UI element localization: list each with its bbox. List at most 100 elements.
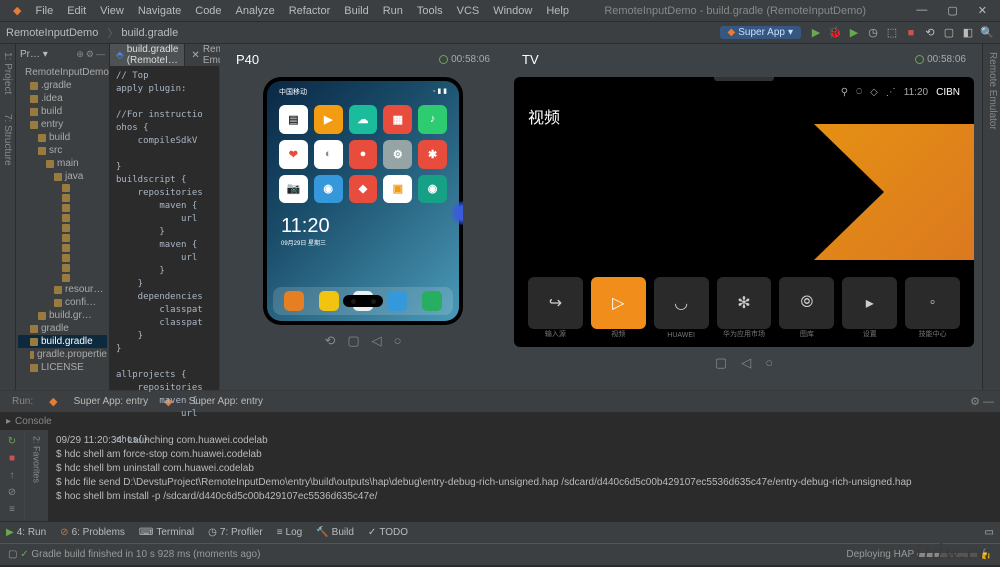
rotate-icon[interactable]: ⟲ <box>324 333 335 349</box>
menu-view[interactable]: View <box>95 3 129 19</box>
app-icon[interactable]: ✱ <box>418 140 447 169</box>
app-icon[interactable]: ◆ <box>349 175 378 204</box>
filter-icon[interactable]: ≡ <box>9 504 15 515</box>
sdk-button[interactable]: ◧ <box>961 26 975 40</box>
menu-navigate[interactable]: Navigate <box>133 3 186 19</box>
tool-log[interactable]: ≡Log <box>277 527 303 538</box>
tool-profiler[interactable]: ◷7: Profiler <box>208 527 263 538</box>
tv-home-icon[interactable]: ○ <box>765 355 773 371</box>
user-icon[interactable]: ⍥ <box>856 87 862 98</box>
tree-node[interactable]: java <box>18 170 107 183</box>
collapse-icon[interactable]: ⊕ <box>76 49 84 60</box>
menu-build[interactable]: Build <box>339 3 373 19</box>
project-dropdown[interactable]: Pr… ▾ <box>20 49 48 60</box>
run-button[interactable]: ▶ <box>809 26 823 40</box>
sync-button[interactable]: ⟲ <box>923 26 937 40</box>
dock-icon[interactable] <box>387 291 407 311</box>
tv-tile[interactable]: ◦技能中心 <box>905 277 960 329</box>
tree-node[interactable]: resour… <box>18 283 107 296</box>
back-icon[interactable]: ◁ <box>372 333 382 349</box>
project-tree[interactable]: RemoteInputDemo.gradle.ideabuildentrybui… <box>16 64 109 376</box>
tree-node[interactable] <box>18 213 107 223</box>
menu-vcs[interactable]: VCS <box>452 3 485 19</box>
tree-node[interactable] <box>18 253 107 263</box>
tv-tile[interactable]: ✻华为应用市场 <box>717 277 772 329</box>
breadcrumb-file[interactable]: build.gradle <box>121 27 178 39</box>
menu-edit[interactable]: Edit <box>62 3 91 19</box>
tree-node[interactable]: src <box>18 144 107 157</box>
profile-button[interactable]: ◷ <box>866 26 880 40</box>
coverage-button[interactable]: ▶ <box>847 26 861 40</box>
run-config-dropdown[interactable]: ◆ Super App ▾ <box>720 26 801 39</box>
menu-tools[interactable]: Tools <box>412 3 448 19</box>
tool-todo[interactable]: ✓TODO <box>368 527 408 538</box>
app-icon[interactable]: ♪ <box>418 105 447 134</box>
tree-node[interactable]: .gradle <box>18 79 107 92</box>
menu-help[interactable]: Help <box>541 3 574 19</box>
editor-tab-gradle[interactable]: ⬘build.gradle (RemoteI… <box>110 44 185 66</box>
tv-tile[interactable]: ⦾图库 <box>779 277 834 329</box>
tree-node[interactable] <box>18 273 107 283</box>
dock-icon[interactable] <box>319 291 339 311</box>
tree-node[interactable]: build.gr… <box>18 309 107 322</box>
tree-node[interactable] <box>18 183 107 193</box>
tv-tile[interactable]: ▸设置 <box>842 277 897 329</box>
menu-refactor[interactable]: Refactor <box>284 3 336 19</box>
menu-window[interactable]: Window <box>488 3 537 19</box>
home-icon[interactable]: ○ <box>394 333 402 349</box>
event-log-icon[interactable]: ▭ <box>985 527 994 538</box>
tv-back-icon[interactable]: ◁ <box>741 355 751 371</box>
sidebar-tab-remote[interactable]: Remote Emulator <box>987 52 998 130</box>
tree-node[interactable]: RemoteInputDemo <box>18 66 107 79</box>
tree-node[interactable]: entry <box>18 118 107 131</box>
tree-node[interactable]: build <box>18 131 107 144</box>
app-icon[interactable]: ☁ <box>349 105 378 134</box>
phone-device[interactable]: 中国移动◦ ▮ ▮ ▤ ▶ ☁ ▦ ♪ ❤ ◐ ● ⚙ ✱ 📷 ◉ <box>263 77 463 325</box>
up-icon[interactable]: ↑ <box>10 470 15 481</box>
sidebar-tab-project[interactable]: 1: Project <box>2 52 13 94</box>
tree-node[interactable] <box>18 223 107 233</box>
tree-node[interactable] <box>18 233 107 243</box>
app-icon[interactable]: ◉ <box>418 175 447 204</box>
search-icon[interactable]: ⚲ <box>841 87 848 98</box>
app-icon[interactable]: ❤ <box>279 140 308 169</box>
minimize-icon[interactable]: — <box>911 2 932 19</box>
rerun-icon[interactable]: ↻ <box>8 436 16 447</box>
tv-device[interactable]: ⚲ ⍥ ◇ ⋰ 11:20 CIBN 视频 ↪输入源▷视频◡HUAWEI✻华为应… <box>514 77 974 347</box>
tool-problems[interactable]: ⊘6: Problems <box>60 527 125 538</box>
close-icon[interactable]: ✕ <box>973 2 992 19</box>
tree-node[interactable]: gradle <box>18 322 107 335</box>
tv-tile[interactable]: ↪输入源 <box>528 277 583 329</box>
menu-file[interactable]: File <box>30 3 58 19</box>
gear-icon[interactable]: ⚙ <box>86 49 94 60</box>
tree-node[interactable]: build <box>18 105 107 118</box>
tree-node[interactable] <box>18 243 107 253</box>
maximize-icon[interactable]: ▢ <box>942 2 962 19</box>
console-tab[interactable]: Console <box>15 416 52 427</box>
app-icon[interactable]: 📷 <box>279 175 308 204</box>
search-button[interactable]: 🔍 <box>980 26 994 40</box>
menu-run[interactable]: Run <box>378 3 408 19</box>
tree-node[interactable]: main <box>18 157 107 170</box>
debug-button[interactable]: 🐞 <box>828 26 842 40</box>
down-icon[interactable]: ⊘ <box>8 487 16 498</box>
tv-tile[interactable]: ▷视频 <box>591 277 646 329</box>
tv-tile[interactable]: ◡HUAWEI <box>654 277 709 329</box>
app-icon[interactable]: ▶ <box>314 105 343 134</box>
app-icon[interactable]: ◐ <box>314 140 343 169</box>
app-icon[interactable]: ▦ <box>383 105 412 134</box>
notif-icon[interactable]: ◇ <box>870 87 878 98</box>
app-icon[interactable]: ● <box>349 140 378 169</box>
gear-icon[interactable]: ⚙ — <box>970 395 994 408</box>
volume-icon[interactable]: ▢ <box>347 333 359 349</box>
menu-code[interactable]: Code <box>190 3 226 19</box>
code-area[interactable]: // Top apply plugin: //For instructio oh… <box>110 66 219 451</box>
tree-node[interactable] <box>18 193 107 203</box>
stop-icon[interactable]: ■ <box>9 453 15 464</box>
dock-icon[interactable] <box>284 291 304 311</box>
tree-node[interactable]: confi… <box>18 296 107 309</box>
app-icon[interactable]: ◉ <box>314 175 343 204</box>
attach-button[interactable]: ⬚ <box>885 26 899 40</box>
tree-node[interactable]: build.gradle <box>18 335 107 348</box>
app-icon[interactable]: ▤ <box>279 105 308 134</box>
